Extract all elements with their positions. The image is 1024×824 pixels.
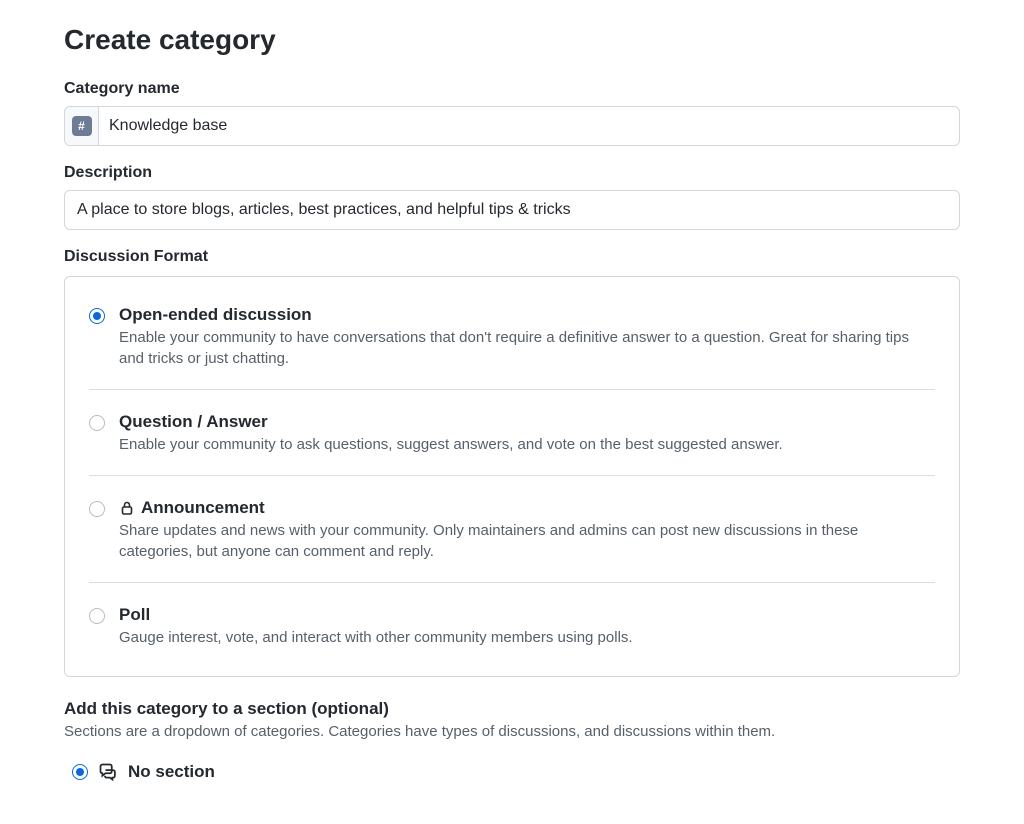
- discussion-format-box: Open-ended discussion Enable your commun…: [64, 276, 960, 677]
- page-title: Create category: [64, 24, 960, 56]
- category-name-group: Category name #: [64, 80, 960, 146]
- discussion-format-label: Discussion Format: [64, 248, 960, 266]
- format-option-open-ended[interactable]: Open-ended discussion Enable your commun…: [89, 299, 935, 390]
- format-title: Open-ended discussion: [119, 305, 935, 325]
- format-desc: Enable your community to ask questions, …: [119, 434, 935, 455]
- format-option-announcement[interactable]: Announcement Share updates and news with…: [89, 492, 935, 583]
- section-option-label: No section: [128, 762, 215, 782]
- discussion-format-group: Discussion Format Open-ended discussion …: [64, 248, 960, 677]
- lock-icon: [119, 500, 135, 516]
- format-title: Poll: [119, 605, 935, 625]
- description-label: Description: [64, 164, 960, 182]
- format-title: Announcement: [119, 498, 935, 518]
- category-name-input-wrap: #: [64, 106, 960, 146]
- format-radio-announcement[interactable]: [89, 501, 105, 517]
- description-group: Description: [64, 164, 960, 230]
- format-desc: Gauge interest, vote, and interact with …: [119, 627, 935, 648]
- section-radio-none[interactable]: [72, 764, 88, 780]
- section-option-none[interactable]: No section: [64, 762, 960, 782]
- discussion-icon: [98, 762, 118, 782]
- format-desc: Enable your community to have conversati…: [119, 327, 935, 369]
- section-subtitle: Sections are a dropdown of categories. C…: [64, 723, 960, 740]
- format-option-qa[interactable]: Question / Answer Enable your community …: [89, 406, 935, 476]
- description-input[interactable]: [64, 190, 960, 230]
- format-radio-poll[interactable]: [89, 608, 105, 624]
- format-radio-qa[interactable]: [89, 415, 105, 431]
- format-option-poll[interactable]: Poll Gauge interest, vote, and interact …: [89, 599, 935, 668]
- category-name-label: Category name: [64, 80, 960, 98]
- emoji-picker-button[interactable]: #: [65, 107, 99, 145]
- section-block: Add this category to a section (optional…: [64, 699, 960, 782]
- section-title: Add this category to a section (optional…: [64, 699, 960, 719]
- format-radio-open-ended[interactable]: [89, 308, 105, 324]
- category-name-input[interactable]: [99, 107, 959, 145]
- format-title: Question / Answer: [119, 412, 935, 432]
- hash-icon: #: [72, 116, 92, 136]
- format-desc: Share updates and news with your communi…: [119, 520, 935, 562]
